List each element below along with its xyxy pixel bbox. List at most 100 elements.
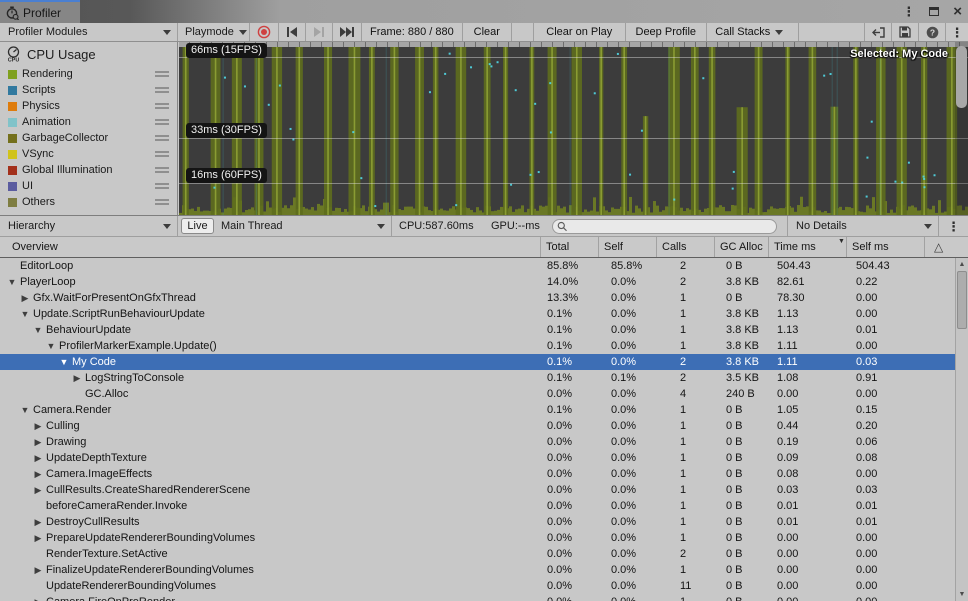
table-row[interactable]: ▶Camera.ImageEffects0.0%0.0%10 B0.080.00 <box>0 466 955 482</box>
drag-handle-icon[interactable] <box>155 119 169 125</box>
maximize-icon[interactable] <box>929 7 939 16</box>
chart-scrollbar-thumb[interactable] <box>956 46 967 108</box>
details-dropdown[interactable]: No Details <box>788 216 938 236</box>
scroll-up-icon[interactable]: ▲ <box>956 261 968 268</box>
table-row[interactable]: beforeCameraRender.Invoke0.0%0.0%10 B0.0… <box>0 498 955 514</box>
table-row[interactable]: ▶Gfx.WaitForPresentOnGfxThread13.3%0.0%1… <box>0 290 955 306</box>
table-row[interactable]: RenderTexture.SetActive0.0%0.0%20 B0.000… <box>0 546 955 562</box>
next-frame-button[interactable] <box>306 23 333 41</box>
close-icon[interactable]: × <box>953 4 962 19</box>
save-profile-button[interactable] <box>892 23 919 41</box>
column-self-ms[interactable]: Self ms <box>852 241 889 253</box>
foldout-closed-icon[interactable]: ▶ <box>32 421 44 432</box>
chart-frame-ruler[interactable] <box>179 42 968 47</box>
foldout-closed-icon[interactable]: ▶ <box>32 565 44 576</box>
foldout-open-icon[interactable]: ▼ <box>32 325 44 335</box>
table-row[interactable]: ▶LogStringToConsole0.1%0.1%23.5 KB1.080.… <box>0 370 955 386</box>
table-row[interactable]: ▼BehaviourUpdate0.1%0.0%13.8 KB1.130.01 <box>0 322 955 338</box>
cpu-usage-module-header[interactable]: CPU CPU Usage <box>0 42 177 66</box>
window-menu-icon[interactable]: ⋮ <box>902 5 915 18</box>
foldout-open-icon[interactable]: ▼ <box>19 309 31 319</box>
column-divider[interactable] <box>598 237 599 257</box>
table-row[interactable]: UpdateRendererBoundingVolumes0.0%0.0%110… <box>0 578 955 594</box>
legend-item-garbagecollector[interactable]: GarbageCollector <box>0 130 177 146</box>
scroll-down-icon[interactable]: ▼ <box>956 591 968 598</box>
table-row[interactable]: GC.Alloc0.0%0.0%4240 B0.000.00 <box>0 386 955 402</box>
drag-handle-icon[interactable] <box>155 167 169 173</box>
live-toggle-button[interactable]: Live <box>181 218 214 234</box>
thread-dropdown[interactable]: Main Thread <box>216 216 392 236</box>
clear-on-play-button[interactable]: Clear on Play <box>534 23 626 41</box>
deep-profile-button[interactable]: Deep Profile <box>626 23 707 41</box>
column-divider[interactable] <box>540 237 541 257</box>
first-frame-button[interactable] <box>279 23 306 41</box>
drag-handle-icon[interactable] <box>155 151 169 157</box>
legend-item-ui[interactable]: UI <box>0 178 177 194</box>
foldout-closed-icon[interactable]: ▶ <box>71 373 83 384</box>
legend-item-animation[interactable]: Animation <box>0 114 177 130</box>
table-row[interactable]: ▶PrepareUpdateRendererBoundingVolumes0.0… <box>0 530 955 546</box>
table-scrollbar[interactable]: ▲ ▼ <box>955 258 968 601</box>
legend-item-scripts[interactable]: Scripts <box>0 82 177 98</box>
column-gc-alloc[interactable]: GC Alloc <box>720 241 766 253</box>
foldout-closed-icon[interactable]: ▶ <box>32 437 44 448</box>
search-field[interactable] <box>552 219 777 234</box>
foldout-open-icon[interactable]: ▼ <box>45 341 57 351</box>
drag-handle-icon[interactable] <box>155 87 169 93</box>
column-overview[interactable]: Overview <box>12 241 58 253</box>
load-profile-button[interactable] <box>865 23 892 41</box>
column-divider[interactable] <box>924 237 925 257</box>
foldout-closed-icon[interactable]: ▶ <box>32 597 44 601</box>
column-divider[interactable] <box>714 237 715 257</box>
drag-handle-icon[interactable] <box>155 103 169 109</box>
view-mode-dropdown[interactable]: Hierarchy <box>0 216 178 236</box>
drag-handle-icon[interactable] <box>155 199 169 205</box>
table-row[interactable]: ▶FinalizeUpdateRendererBoundingVolumes0.… <box>0 562 955 578</box>
column-self[interactable]: Self <box>604 241 623 253</box>
foldout-closed-icon[interactable]: ▶ <box>32 469 44 480</box>
cpu-chart[interactable]: 66ms (15FPS) 33ms (30FPS) 16ms (60FPS) S… <box>179 42 968 215</box>
table-row[interactable]: ▶DestroyCullResults0.0%0.0%10 B0.010.01 <box>0 514 955 530</box>
legend-item-rendering[interactable]: Rendering <box>0 66 177 82</box>
warnings-column-icon[interactable]: △ <box>934 240 943 254</box>
foldout-closed-icon[interactable]: ▶ <box>32 485 44 496</box>
tab-profiler[interactable]: Profiler <box>0 0 80 23</box>
foldout-closed-icon[interactable]: ▶ <box>32 453 44 464</box>
table-row[interactable]: ▼ProfilerMarkerExample.Update()0.1%0.0%1… <box>0 338 955 354</box>
table-row[interactable]: ▶Culling0.0%0.0%10 B0.440.20 <box>0 418 955 434</box>
table-row[interactable]: ▶UpdateDepthTexture0.0%0.0%10 B0.090.08 <box>0 450 955 466</box>
drag-handle-icon[interactable] <box>155 135 169 141</box>
drag-handle-icon[interactable] <box>155 71 169 77</box>
call-stacks-dropdown[interactable]: Call Stacks <box>707 23 799 41</box>
legend-item-vsync[interactable]: VSync <box>0 146 177 162</box>
table-scrollbar-thumb[interactable] <box>957 271 967 329</box>
column-time-ms[interactable]: Time ms <box>774 241 816 253</box>
toolbar-menu-button[interactable]: ⋮ <box>946 23 968 41</box>
chart-scrollbar[interactable] <box>955 42 968 215</box>
foldout-closed-icon[interactable]: ▶ <box>19 293 31 304</box>
table-row[interactable]: ▼Camera.Render0.1%0.0%10 B1.050.15 <box>0 402 955 418</box>
legend-item-others[interactable]: Others <box>0 194 177 210</box>
column-divider[interactable] <box>656 237 657 257</box>
legend-item-global-illumination[interactable]: Global Illumination <box>0 162 177 178</box>
foldout-open-icon[interactable]: ▼ <box>19 405 31 415</box>
help-button[interactable]: ? <box>919 23 946 41</box>
clear-button[interactable]: Clear <box>463 23 512 41</box>
search-input[interactable] <box>567 220 776 232</box>
current-frame-button[interactable] <box>333 23 362 41</box>
table-row[interactable]: ▼PlayerLoop14.0%0.0%23.8 KB82.610.22 <box>0 274 955 290</box>
foldout-open-icon[interactable]: ▼ <box>6 277 18 287</box>
column-calls[interactable]: Calls <box>662 241 686 253</box>
column-divider[interactable] <box>768 237 769 257</box>
foldout-closed-icon[interactable]: ▶ <box>32 517 44 528</box>
profiler-modules-dropdown[interactable]: Profiler Modules <box>0 23 178 41</box>
table-row[interactable]: ▼Update.ScriptRunBehaviourUpdate0.1%0.0%… <box>0 306 955 322</box>
foldout-closed-icon[interactable]: ▶ <box>32 533 44 544</box>
table-row[interactable]: ▶CullResults.CreateSharedRendererScene0.… <box>0 482 955 498</box>
table-row[interactable]: ▶Camera.FireOnPreRender0.0%0.0%10 B0.000… <box>0 594 955 601</box>
table-row[interactable]: EditorLoop85.8%85.8%20 B504.43504.43 <box>0 258 955 274</box>
foldout-open-icon[interactable]: ▼ <box>58 357 70 367</box>
record-button[interactable] <box>250 23 279 41</box>
column-divider[interactable] <box>846 237 847 257</box>
playmode-dropdown[interactable]: Playmode <box>178 23 250 41</box>
